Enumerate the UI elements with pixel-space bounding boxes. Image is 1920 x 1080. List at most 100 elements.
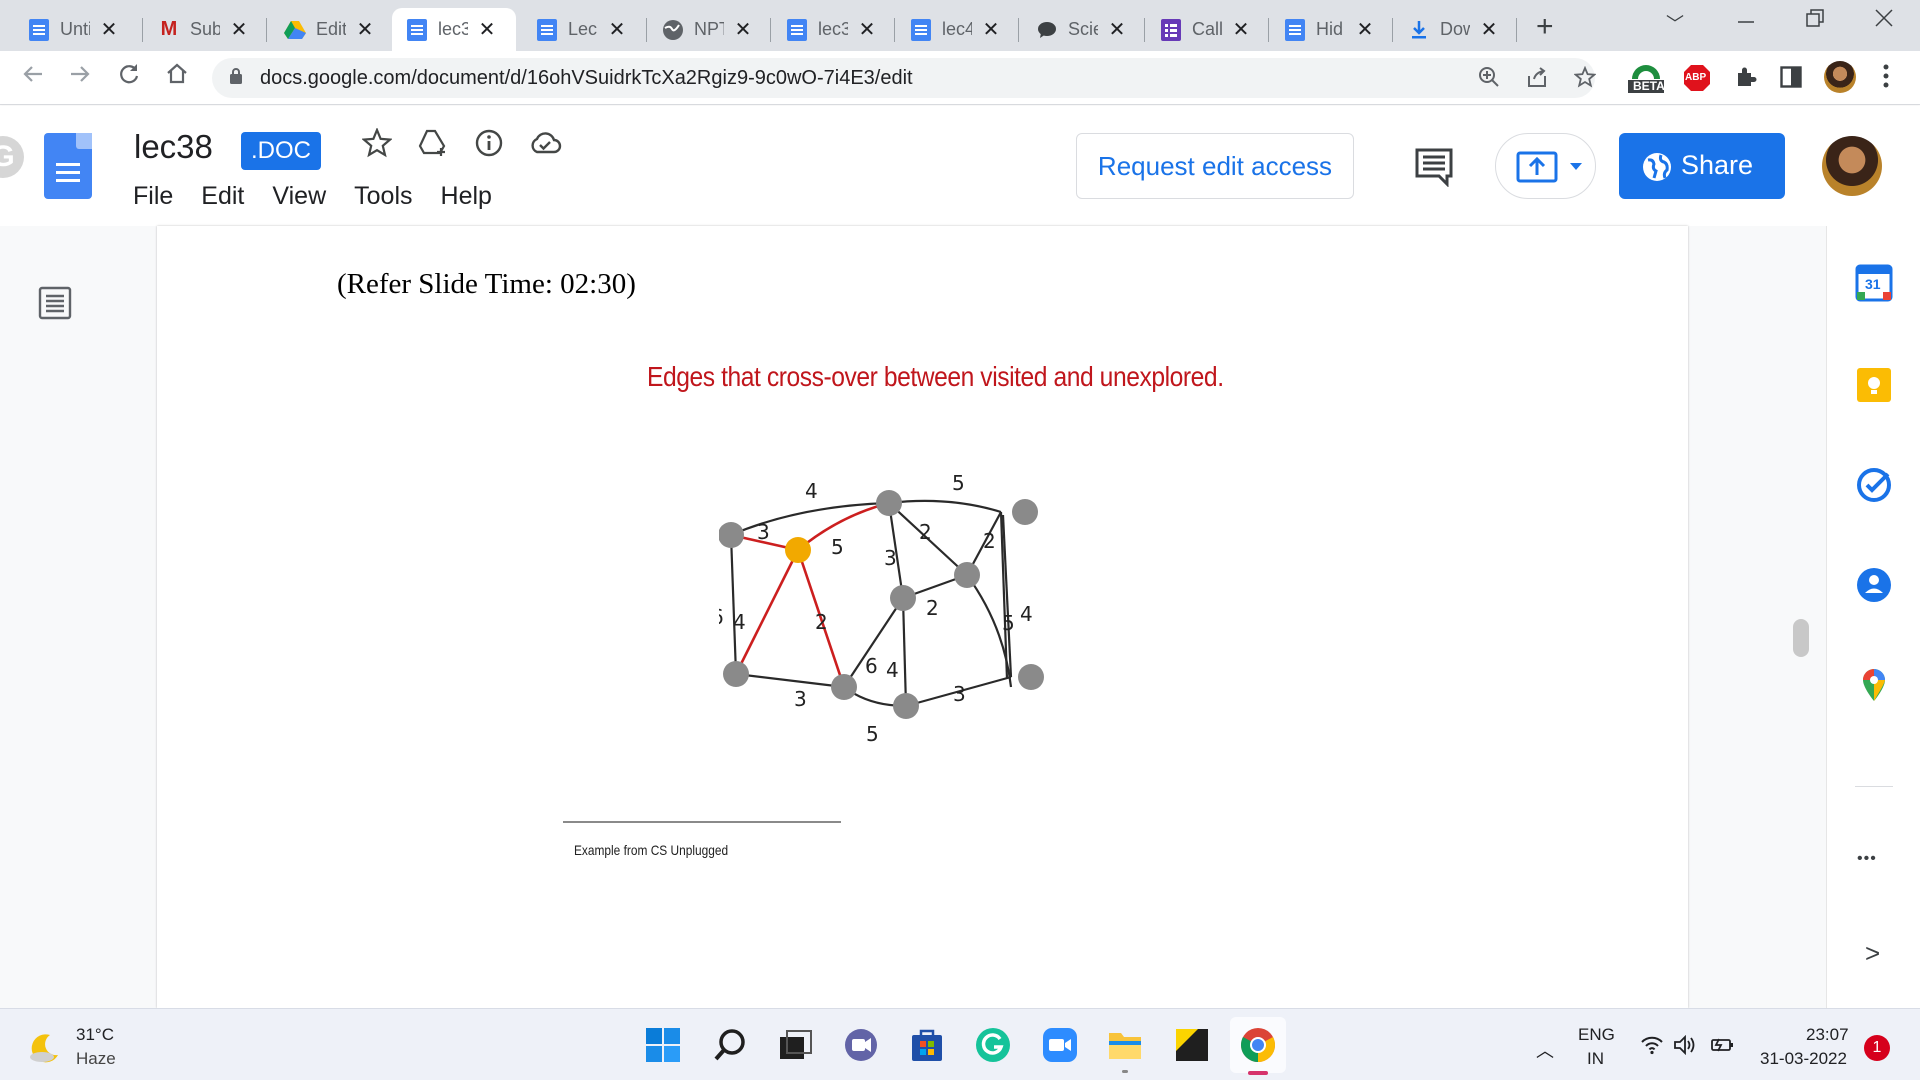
home-button[interactable] — [164, 61, 190, 94]
chrome-icon[interactable] — [1240, 1027, 1276, 1063]
close-window-button[interactable] — [1874, 8, 1894, 34]
browser-tab[interactable]: Science ✕ — [1022, 8, 1146, 51]
extension-beta-icon[interactable]: BETA — [1626, 59, 1666, 100]
grammarly-icon[interactable] — [975, 1027, 1011, 1063]
close-icon[interactable]: ✕ — [1232, 17, 1250, 42]
move-to-drive-icon[interactable] — [416, 128, 450, 162]
adblock-icon[interactable]: ABP — [1683, 64, 1711, 92]
zoom-app-icon[interactable] — [1042, 1027, 1078, 1063]
side-panel-icon[interactable] — [1780, 66, 1802, 93]
bookmark-star-icon[interactable] — [1573, 65, 1597, 94]
document-title[interactable]: lec38 — [134, 128, 213, 166]
calendar-icon[interactable]: 31 — [1855, 264, 1893, 302]
weather-moon-icon[interactable] — [28, 1031, 62, 1070]
maps-icon[interactable] — [1855, 666, 1893, 704]
clock-time[interactable]: 23:07 — [1806, 1025, 1849, 1045]
docs-icon — [406, 18, 428, 41]
grammarly-edge-icon[interactable]: G — [0, 136, 24, 178]
keep-icon[interactable] — [1855, 366, 1893, 404]
volume-icon[interactable] — [1673, 1034, 1697, 1060]
browser-tab[interactable]: lec4 ✕ — [896, 8, 1020, 51]
close-icon[interactable]: ✕ — [1480, 17, 1498, 42]
expand-panel-chevron-icon[interactable]: > — [1865, 938, 1880, 969]
browser-menu-icon[interactable] — [1882, 63, 1890, 94]
weather-description[interactable]: Haze — [76, 1049, 116, 1069]
browser-tab[interactable]: Lec ✕ — [522, 8, 646, 51]
browser-tab[interactable]: Edit ✕ — [270, 8, 396, 51]
menu-view[interactable]: View — [272, 182, 326, 211]
restore-button[interactable] — [1806, 8, 1824, 34]
language-indicator[interactable]: ENG — [1578, 1025, 1615, 1045]
menu-tools[interactable]: Tools — [354, 182, 412, 211]
browser-tab[interactable]: Call ✕ — [1146, 8, 1270, 51]
notification-badge[interactable]: 1 — [1864, 1035, 1890, 1061]
tray-overflow-icon[interactable]: ︿ — [1536, 1037, 1554, 1063]
comments-icon[interactable] — [1414, 147, 1454, 192]
extensions-puzzle-icon[interactable] — [1734, 65, 1758, 94]
browser-tab[interactable]: Untitled document ✕ — [14, 8, 140, 51]
share-page-icon[interactable] — [1526, 66, 1548, 94]
close-icon[interactable]: ✕ — [1108, 17, 1126, 42]
browser-tab[interactable]: M Sub ✕ — [144, 8, 270, 51]
close-icon[interactable]: ✕ — [734, 17, 752, 42]
back-button[interactable] — [20, 61, 46, 94]
menu-file[interactable]: File — [133, 182, 173, 211]
close-icon[interactable]: ✕ — [356, 17, 374, 42]
close-icon[interactable]: ✕ — [982, 17, 1000, 42]
globe-icon — [1643, 153, 1671, 181]
close-icon[interactable]: ✕ — [100, 17, 118, 42]
close-icon[interactable]: ✕ — [858, 17, 876, 42]
scrollbar-thumb[interactable] — [1793, 619, 1809, 657]
request-edit-access-button[interactable]: Request edit access — [1076, 133, 1354, 199]
tasks-icon[interactable] — [1855, 466, 1893, 504]
browser-tab[interactable]: NPTEL ✕ — [648, 8, 772, 51]
browser-tab[interactable]: Hid ✕ — [1270, 8, 1394, 51]
browser-tab[interactable]: Dow ✕ — [1394, 8, 1518, 51]
forward-button[interactable] — [67, 61, 93, 94]
edge-weight-label: 6 — [865, 654, 878, 678]
search-icon[interactable] — [712, 1027, 748, 1063]
reload-button[interactable] — [116, 61, 142, 94]
profile-avatar[interactable] — [1824, 61, 1856, 93]
edge-weight-label: 3 — [757, 520, 770, 544]
url-text[interactable]: docs.google.com/document/d/16ohVSuidrkTc… — [260, 67, 913, 90]
language-region[interactable]: IN — [1587, 1049, 1604, 1069]
store-icon[interactable] — [909, 1027, 945, 1063]
account-avatar[interactable] — [1822, 136, 1882, 196]
task-view-icon[interactable] — [777, 1027, 813, 1063]
wifi-icon[interactable] — [1640, 1035, 1664, 1060]
close-icon[interactable]: ✕ — [1356, 17, 1374, 42]
address-bar[interactable]: docs.google.com/document/d/16ohVSuidrkTc… — [212, 58, 1597, 98]
cloud-saved-icon[interactable] — [528, 128, 562, 162]
chevron-down-icon[interactable] — [1570, 163, 1582, 171]
present-button[interactable] — [1495, 133, 1596, 199]
edge-weight-label: 6 — [719, 605, 724, 629]
more-apps-icon[interactable]: ••• — [1857, 850, 1877, 868]
graph-node — [1012, 499, 1038, 525]
share-button[interactable]: Share — [1619, 133, 1785, 199]
document-outline-icon[interactable] — [38, 286, 72, 325]
contacts-icon[interactable] — [1855, 566, 1893, 604]
menu-edit[interactable]: Edit — [201, 182, 244, 211]
close-icon[interactable]: ✕ — [478, 17, 496, 42]
weather-temperature[interactable]: 31°C — [76, 1025, 114, 1045]
close-icon[interactable]: ✕ — [608, 17, 626, 42]
menu-help[interactable]: Help — [441, 182, 492, 211]
sticky-notes-icon[interactable] — [1174, 1027, 1210, 1063]
new-tab-button[interactable]: + — [1536, 10, 1554, 44]
zoom-icon[interactable] — [1478, 66, 1500, 94]
battery-icon[interactable] — [1710, 1035, 1736, 1060]
browser-tab[interactable]: lec3 ✕ — [772, 8, 896, 51]
tab-search-icon[interactable]: ﹀ — [1666, 10, 1684, 36]
close-icon[interactable]: ✕ — [230, 17, 248, 42]
file-explorer-icon[interactable] — [1107, 1027, 1143, 1063]
star-icon[interactable] — [360, 127, 394, 162]
docs-logo[interactable] — [44, 133, 92, 199]
browser-tab-active[interactable]: lec38 ✕ — [392, 8, 516, 51]
teams-chat-icon[interactable] — [843, 1027, 879, 1063]
info-icon[interactable] — [472, 128, 506, 162]
lock-icon[interactable] — [230, 68, 242, 84]
minimize-button[interactable] — [1738, 8, 1754, 34]
clock-date[interactable]: 31-03-2022 — [1760, 1049, 1847, 1069]
start-button[interactable] — [645, 1027, 681, 1063]
